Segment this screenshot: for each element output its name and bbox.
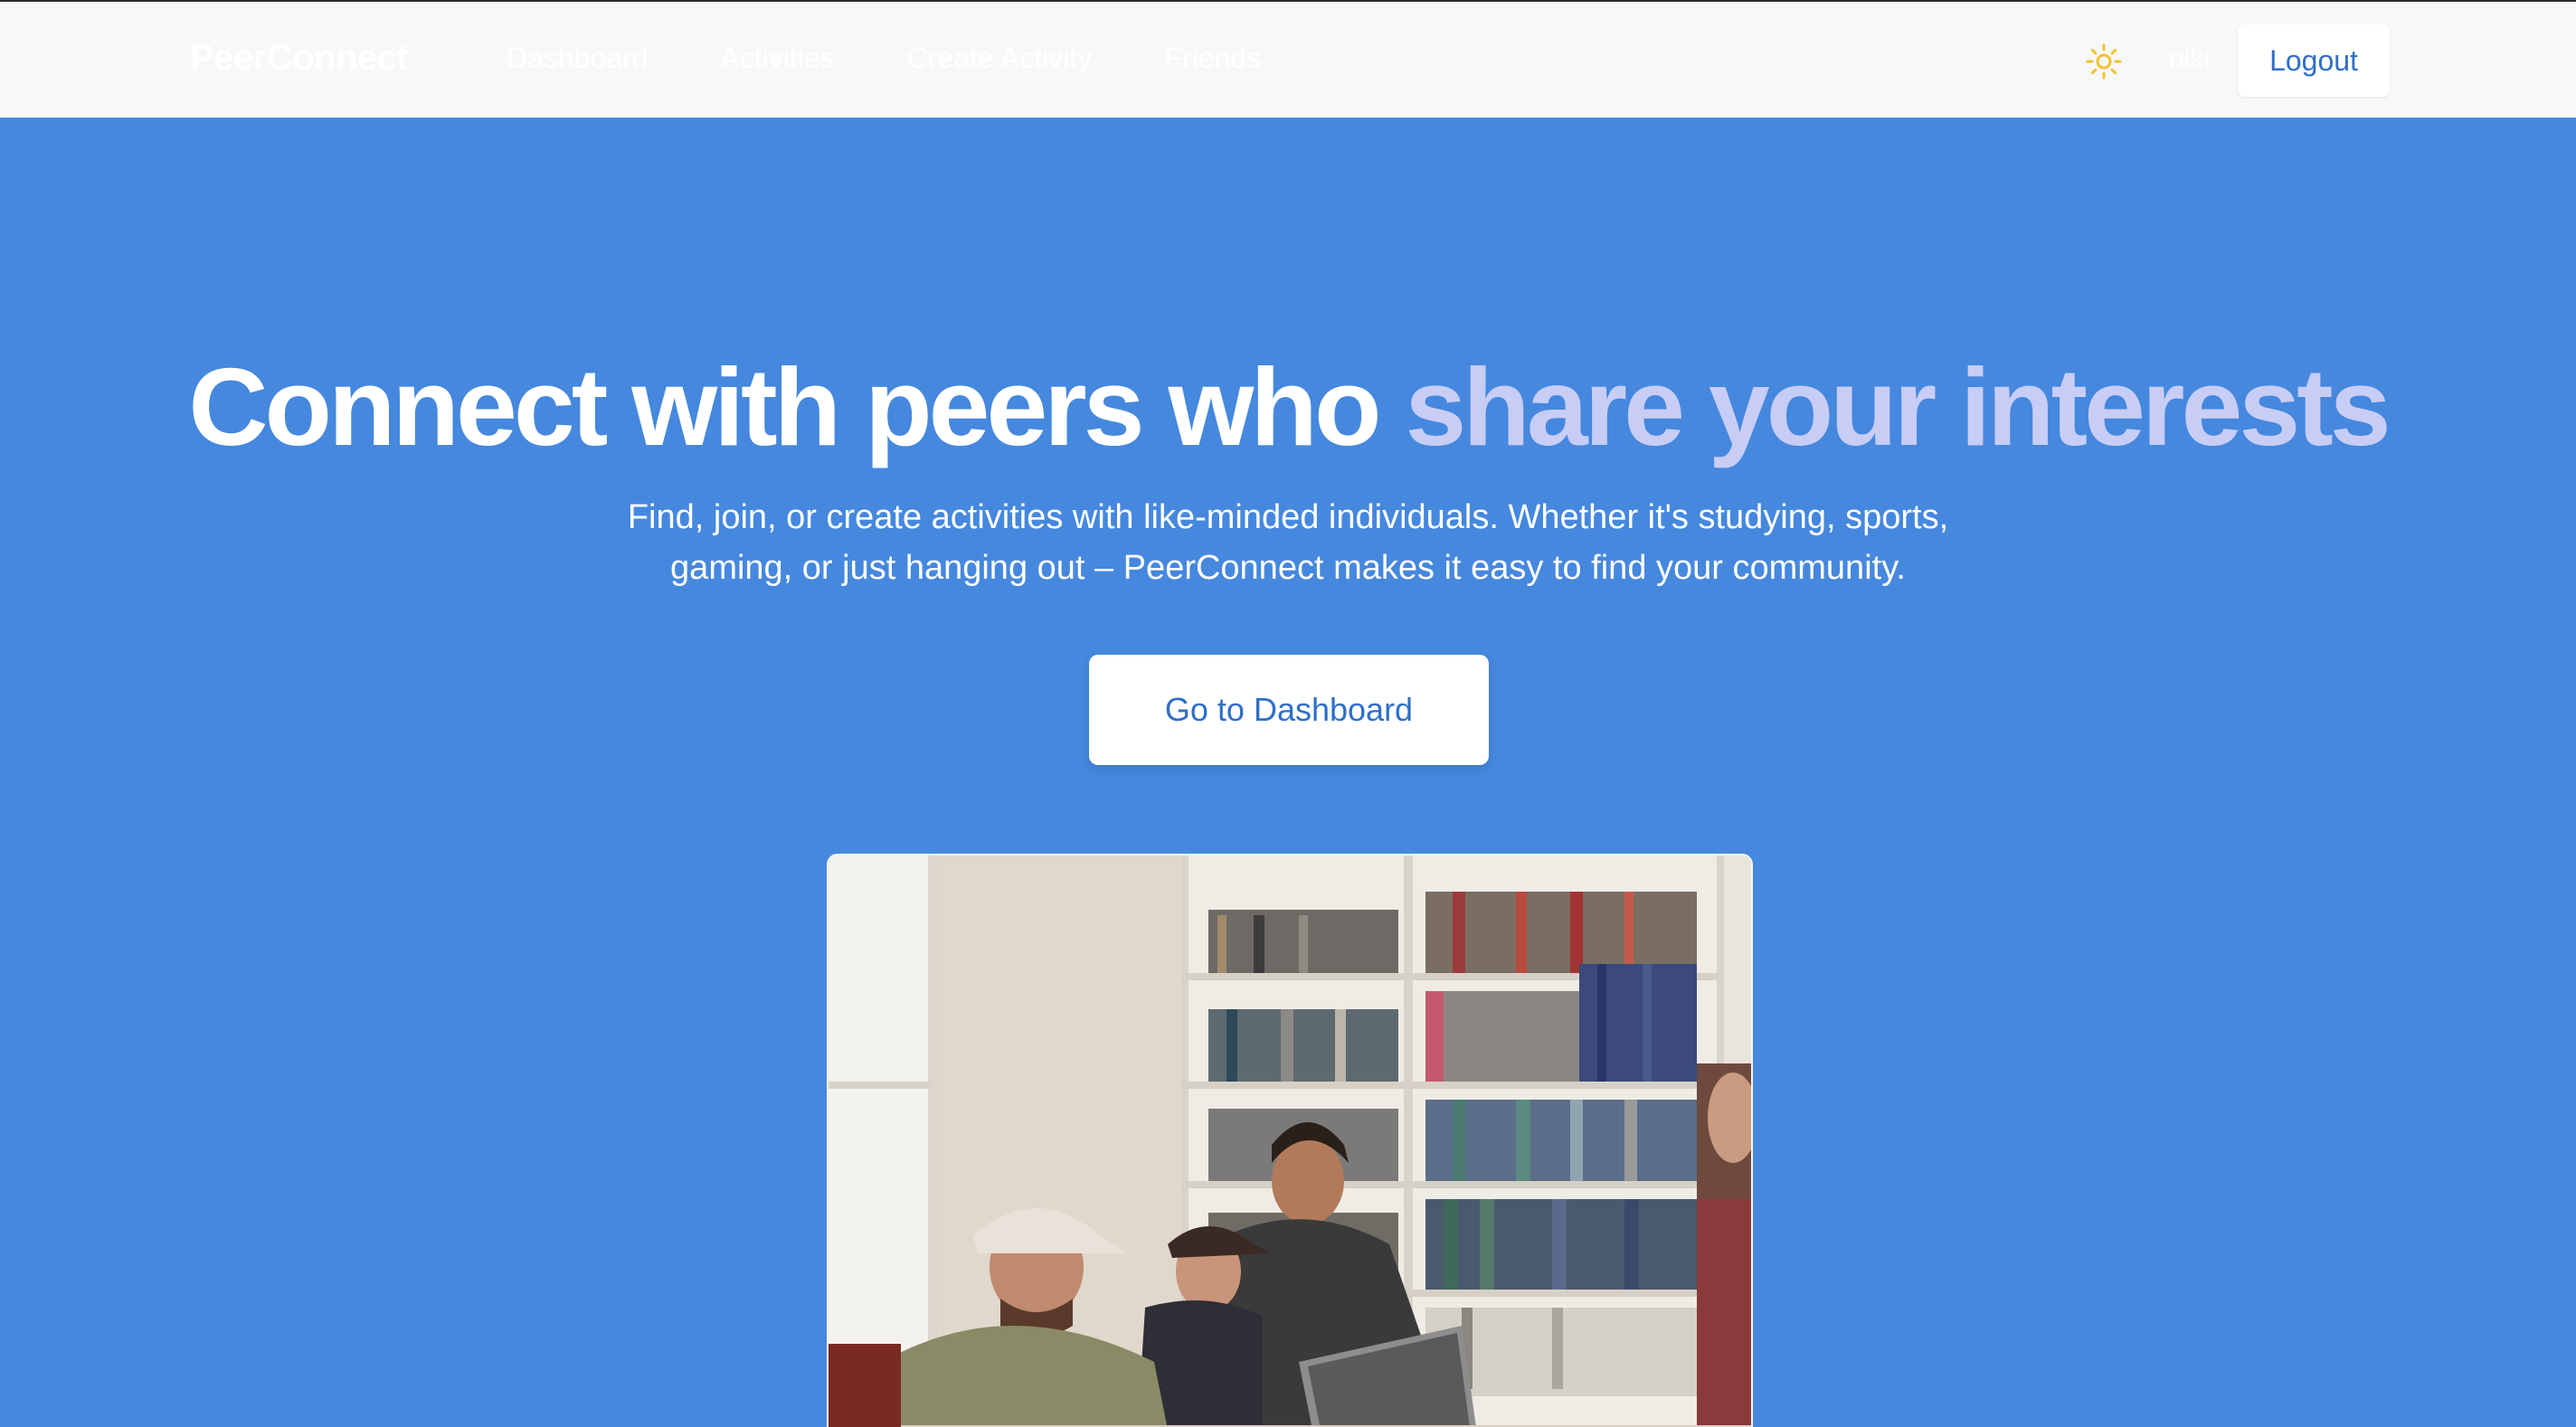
hero-subtext: Find, join, or create activities with li…	[627, 498, 1949, 587]
browser-window: PeerConnect Dashboard Activities Create …	[0, 0, 2576, 1427]
hero-headline: Connect with peers who share your intere…	[0, 344, 2576, 470]
students-library-photo	[829, 855, 1751, 1427]
nav-link-dashboard[interactable]: Dashboard	[507, 42, 649, 75]
nav-link-create-activity[interactable]: Create Activity	[907, 42, 1093, 75]
headline-accent: share your interests	[1405, 345, 2391, 468]
top-navbar: PeerConnect Dashboard Activities Create …	[0, 2, 2576, 118]
hero-image	[827, 854, 1753, 1427]
nav-link-friends[interactable]: Friends	[1164, 42, 1261, 75]
sun-icon	[2086, 43, 2122, 80]
go-to-dashboard-button[interactable]: Go to Dashboard	[1089, 655, 1489, 765]
headline-main: Connect with peers who	[188, 345, 1381, 468]
hero-section: Connect with peers who share your intere…	[0, 118, 2576, 1427]
nav-links: Dashboard Activities Create Activity Fri…	[507, 42, 1333, 75]
nav-link-activities[interactable]: Activities	[721, 42, 835, 75]
theme-toggle-button[interactable]	[2084, 42, 2124, 81]
username-label: niki	[2169, 43, 2211, 73]
brand-logo[interactable]: PeerConnect	[190, 38, 409, 79]
logout-button[interactable]: Logout	[2238, 24, 2390, 97]
